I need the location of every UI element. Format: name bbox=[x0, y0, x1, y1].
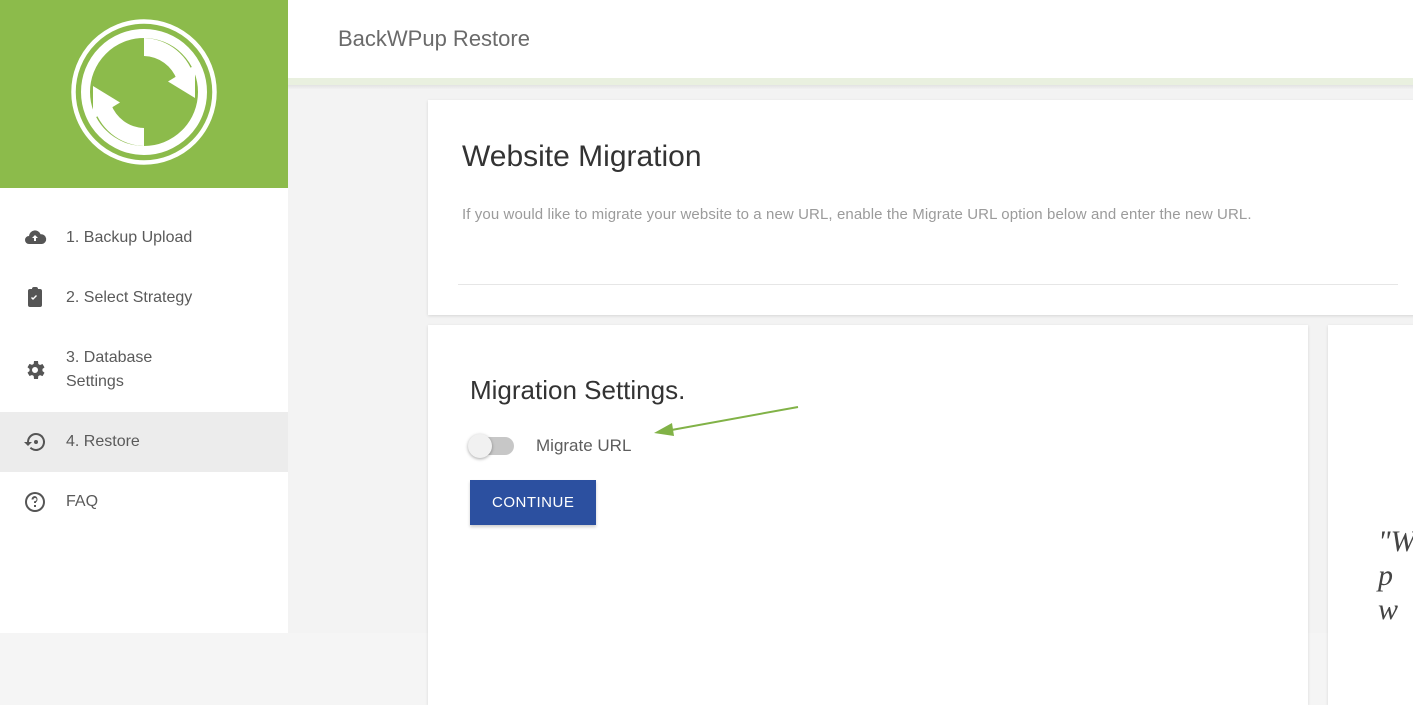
toggle-row: Migrate URL bbox=[470, 436, 1266, 456]
card-heading: Website Migration bbox=[462, 140, 1388, 174]
refresh-circle-arrows-icon bbox=[69, 17, 219, 172]
sidebar-nav: 1. Backup Upload 2. Select Strategy 3. D… bbox=[0, 208, 288, 532]
card-migration-settings: Migration Settings. Migrate URL CONTINUE bbox=[428, 325, 1308, 705]
sidebar-item-database-settings[interactable]: 3. Database Settings bbox=[0, 328, 288, 412]
quote-text: "W p w bbox=[1378, 525, 1413, 627]
logo-block bbox=[0, 0, 288, 188]
annotation-arrow-icon bbox=[648, 401, 808, 441]
topbar-accent bbox=[288, 78, 1413, 85]
sidebar-item-faq[interactable]: FAQ bbox=[0, 472, 288, 532]
sidebar-item-label: 1. Backup Upload bbox=[66, 229, 192, 247]
restore-history-icon bbox=[22, 430, 48, 454]
sidebar-item-restore[interactable]: 4. Restore bbox=[0, 412, 288, 472]
card-website-migration: Website Migration If you would like to m… bbox=[428, 100, 1413, 315]
sidebar-item-label: 3. Database Settings bbox=[66, 346, 196, 394]
migrate-url-toggle[interactable] bbox=[470, 437, 514, 455]
card-heading: Migration Settings. bbox=[470, 375, 1266, 406]
card-testimonial: "W p w bbox=[1328, 325, 1413, 705]
continue-button[interactable]: CONTINUE bbox=[470, 480, 596, 525]
gear-icon bbox=[22, 358, 48, 382]
card-description: If you would like to migrate your websit… bbox=[462, 204, 1388, 227]
page-title: BackWPup Restore bbox=[338, 26, 530, 52]
sidebar-item-backup-upload[interactable]: 1. Backup Upload bbox=[0, 208, 288, 268]
sidebar-item-select-strategy[interactable]: 2. Select Strategy bbox=[0, 268, 288, 328]
sidebar-item-label: 4. Restore bbox=[66, 433, 140, 451]
sidebar-item-label: 2. Select Strategy bbox=[66, 289, 192, 307]
toggle-label: Migrate URL bbox=[536, 436, 631, 456]
divider bbox=[458, 284, 1398, 285]
content-area: Website Migration If you would like to m… bbox=[288, 90, 1413, 633]
topbar: BackWPup Restore bbox=[288, 0, 1413, 78]
toggle-knob bbox=[468, 434, 492, 458]
sidebar: 1. Backup Upload 2. Select Strategy 3. D… bbox=[0, 0, 288, 633]
sidebar-item-label: FAQ bbox=[66, 493, 98, 511]
help-circle-icon bbox=[22, 490, 48, 514]
clipboard-check-icon bbox=[22, 286, 48, 310]
cloud-upload-icon bbox=[22, 226, 48, 250]
